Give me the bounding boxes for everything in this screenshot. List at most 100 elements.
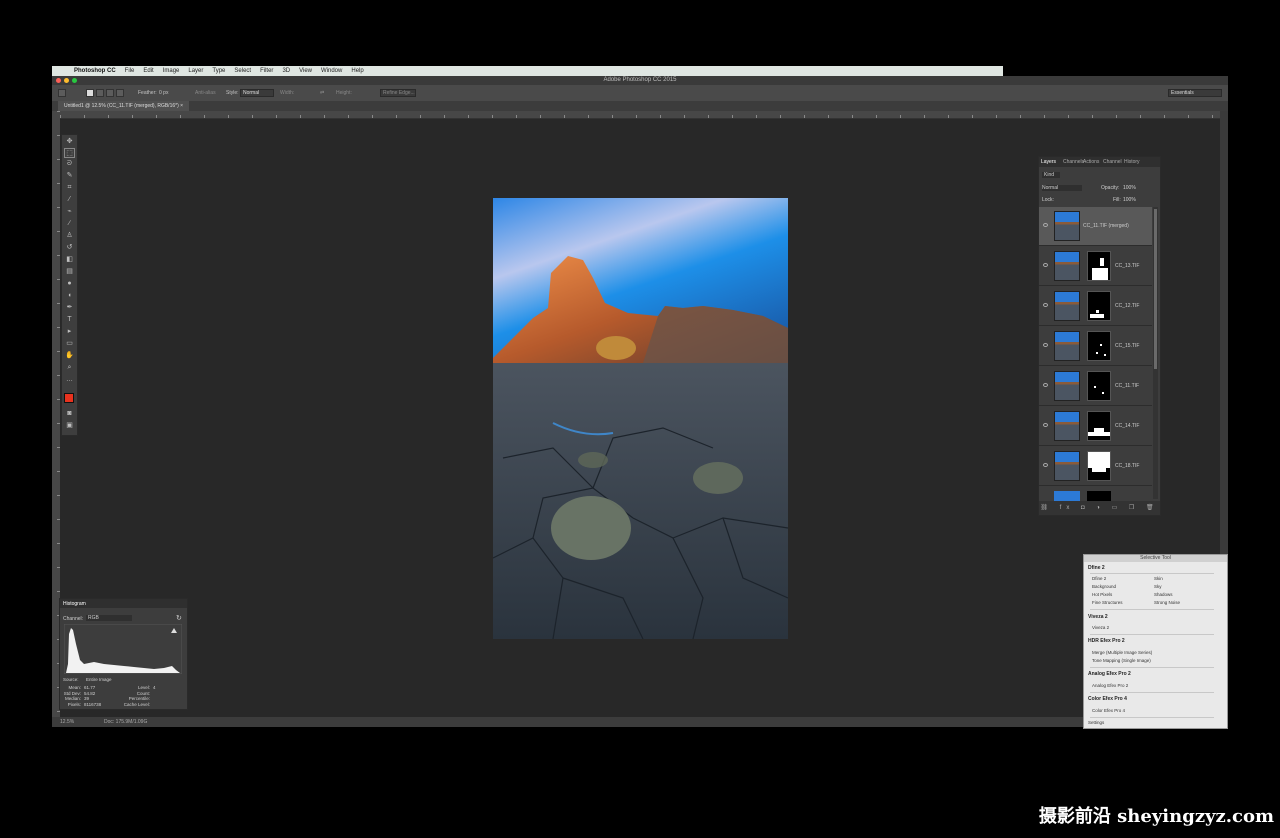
eye-icon[interactable] [1043, 303, 1048, 307]
hand-icon[interactable]: ✋ [64, 351, 75, 361]
layer-mask-thumbnail[interactable] [1087, 411, 1111, 441]
menu-view[interactable]: View [299, 68, 312, 74]
crop-icon[interactable]: ⌗ [64, 183, 75, 193]
eye-icon[interactable] [1043, 343, 1048, 347]
menu-3d[interactable]: 3D [282, 68, 290, 74]
eye-icon[interactable] [1043, 463, 1048, 467]
antialias-checkbox[interactable]: Anti-alias [195, 90, 216, 96]
layer-name[interactable]: CC_13.TIF [1115, 263, 1139, 269]
marquee-preset-button[interactable] [58, 89, 66, 97]
blend-mode-select[interactable]: Normal [1042, 185, 1082, 191]
menu-layer[interactable]: Layer [188, 68, 203, 74]
style-select[interactable]: Normal [240, 89, 274, 97]
opacity-value[interactable]: 100% [1123, 185, 1136, 191]
section-dfine[interactable]: Dfine 2 [1088, 565, 1105, 571]
tab-layers[interactable]: Layers [1041, 159, 1056, 165]
source-select[interactable]: Entire Image [86, 677, 112, 682]
dodge-icon[interactable]: ◖ [64, 291, 75, 301]
add-selection-button[interactable] [96, 89, 104, 97]
viveza-cell[interactable]: Viveza 2 [1092, 625, 1109, 630]
more-tools-icon[interactable]: … [64, 375, 75, 385]
healing-brush-icon[interactable]: ⌁ [64, 207, 75, 217]
refine-edge-button[interactable]: Refine Edge... [380, 89, 416, 97]
menu-help[interactable]: Help [351, 68, 363, 74]
subtract-selection-button[interactable] [106, 89, 114, 97]
layer-name[interactable]: CC_11.TIF (merged) [1083, 223, 1129, 229]
dfine-cell[interactable]: Dfine 2 [1092, 576, 1106, 581]
ruler-horizontal[interactable] [60, 111, 1220, 119]
section-hdr-efex[interactable]: HDR Efex Pro 2 [1088, 638, 1125, 644]
layer-name[interactable]: CC_14.TIF [1115, 423, 1139, 429]
intersect-selection-button[interactable] [116, 89, 124, 97]
quick-select-icon[interactable]: ✎ [64, 171, 75, 181]
document-image[interactable] [493, 198, 788, 639]
move-icon[interactable]: ✥ [64, 137, 75, 147]
section-analog-efex[interactable]: Analog Efex Pro 2 [1088, 671, 1131, 677]
layer-name[interactable]: CC_12.TIF [1115, 303, 1139, 309]
analog-efex-cell[interactable]: Analog Efex Pro 2 [1092, 683, 1128, 688]
layer-mask-thumbnail[interactable] [1087, 371, 1111, 401]
tab-channels[interactable]: Channels [1063, 159, 1084, 165]
selective-tool-title[interactable]: Selective Tool [1084, 555, 1227, 562]
eye-icon[interactable] [1043, 223, 1048, 227]
dfine-sky-cell[interactable]: Sky [1154, 584, 1162, 589]
blur-icon[interactable]: ● [64, 279, 75, 289]
menu-image[interactable]: Image [163, 68, 180, 74]
menu-edit[interactable]: Edit [143, 68, 153, 74]
layer-mask-thumbnail[interactable] [1087, 251, 1111, 281]
layer-mask-thumbnail[interactable] [1087, 491, 1111, 501]
layer-row[interactable]: CC_15.TIF [1039, 327, 1152, 366]
dfine-skin-cell[interactable]: Skin [1154, 576, 1163, 581]
filter-kind-select[interactable]: Kind [1042, 172, 1061, 178]
history-brush-icon[interactable]: ↺ [64, 243, 75, 253]
workspace-select[interactable]: Essentials [1168, 89, 1222, 97]
layer-row[interactable]: CC_18.TIF [1039, 447, 1152, 486]
hdr-tone-mapping-cell[interactable]: Tone Mapping (Single Image) [1092, 658, 1151, 663]
clone-stamp-icon[interactable]: ♙ [64, 231, 75, 241]
section-color-efex[interactable]: Color Efex Pro 4 [1088, 696, 1127, 702]
dfine-fine-structures-cell[interactable]: Fine Structures [1092, 600, 1123, 605]
layers-footer-toolbar[interactable]: ⛓ fx ◘ ◑ ▭ ❐ 🗑 [1039, 501, 1160, 515]
histogram-title[interactable]: Histogram [63, 601, 86, 607]
tab-history[interactable]: History [1124, 159, 1140, 165]
menu-type[interactable]: Type [212, 68, 225, 74]
menu-filter[interactable]: Filter [260, 68, 273, 74]
zoom-level[interactable]: 12.5% [60, 719, 74, 725]
layer-row[interactable]: CC_11.TIF [1039, 367, 1152, 406]
swap-icon[interactable]: ⇄ [320, 90, 324, 96]
layer-row[interactable]: CC_11.TIF (merged) [1039, 207, 1152, 246]
dfine-background-cell[interactable]: Background [1092, 584, 1116, 589]
type-icon[interactable]: T [64, 315, 75, 325]
color-efex-cell[interactable]: Color Efex Pro 4 [1092, 708, 1125, 713]
tab-actions[interactable]: Actions [1083, 159, 1099, 165]
menu-window[interactable]: Window [321, 68, 342, 74]
menubar-app-name[interactable]: Photoshop CC [74, 68, 116, 74]
dfine-strong-noise-cell[interactable]: Strong Noise [1154, 600, 1180, 605]
rectangle-icon[interactable]: ▭ [64, 339, 75, 349]
dfine-shadows-cell[interactable]: Shadows [1154, 592, 1173, 597]
brush-icon[interactable]: ∕ [64, 219, 75, 229]
new-selection-button[interactable] [86, 89, 94, 97]
tab-channel[interactable]: Channel [1103, 159, 1122, 165]
section-viveza[interactable]: Viveza 2 [1088, 614, 1108, 620]
eye-icon[interactable] [1043, 383, 1048, 387]
eraser-icon[interactable]: ◧ [64, 255, 75, 265]
layer-row[interactable]: CC_14.TIF [1039, 407, 1152, 446]
screen-mode-icon[interactable]: ▣ [64, 421, 75, 431]
layers-scrollbar[interactable] [1153, 207, 1158, 499]
gradient-icon[interactable]: ▤ [64, 267, 75, 277]
layer-row[interactable]: CC_13.TIF [1039, 247, 1152, 286]
layer-mask-thumbnail[interactable] [1087, 451, 1111, 481]
channel-select[interactable]: RGB [86, 615, 132, 621]
layer-name[interactable]: CC_11.TIF [1115, 383, 1139, 389]
menu-select[interactable]: Select [234, 68, 251, 74]
document-tab[interactable]: Untitled1 @ 12.5% (CC_11.TIF (merged), R… [58, 101, 190, 111]
settings-toggle[interactable]: Settings [1088, 720, 1104, 725]
zoom-icon[interactable]: ⌕ [64, 363, 75, 373]
pen-icon[interactable]: ✒ [64, 303, 75, 313]
eye-icon[interactable] [1043, 263, 1048, 267]
dfine-hot-pixels-cell[interactable]: Hot Pixels [1092, 592, 1112, 597]
eyedropper-icon[interactable]: ⁄ [64, 195, 75, 205]
feather-value[interactable]: 0 px [159, 90, 168, 96]
layer-row-partial[interactable] [1039, 487, 1152, 501]
